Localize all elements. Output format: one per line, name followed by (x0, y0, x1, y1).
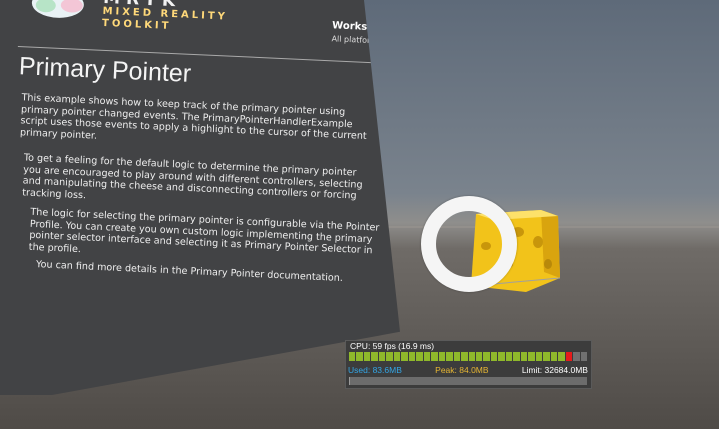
frame-bar (505, 352, 513, 361)
paragraph-1: This example shows how to keep track of … (19, 92, 367, 142)
cpu-readout: CPU: 59 fps (16.9 ms) (350, 341, 435, 351)
frame-bar (565, 352, 573, 361)
frame-bar (498, 352, 505, 361)
frame-bar (386, 352, 393, 361)
frame-bar (520, 352, 528, 361)
frame-bar (550, 352, 558, 361)
memory-peak: Peak: 84.0MB (435, 365, 489, 375)
frame-bar (483, 352, 490, 361)
paragraph-3: The logic for selecting the primary poin… (28, 206, 380, 257)
memory-bar (349, 377, 587, 385)
frame-bar (401, 352, 408, 361)
frame-bar (363, 352, 371, 361)
frame-bar (580, 352, 587, 361)
frame-bar (446, 352, 453, 361)
frame-bar (513, 352, 520, 361)
works-on-value: All platforms (331, 34, 383, 46)
panel-content: MRTK MIXED REALITY TOOLKIT Works on All … (0, 0, 387, 395)
frame-bar (453, 352, 461, 361)
frame-bar (356, 352, 363, 361)
frame-bar (573, 352, 580, 361)
frame-bar (408, 352, 416, 361)
frame-bar (393, 352, 401, 361)
frame-bar (461, 352, 468, 361)
memory-bar-fill (349, 377, 351, 385)
frame-bar (468, 352, 475, 361)
paragraph-2: To get a feeling for the default logic t… (22, 152, 363, 202)
page-title: Primary Pointer (18, 52, 192, 88)
frame-bar (438, 352, 446, 361)
memory-limit: Limit: 32684.0MB (521, 365, 588, 375)
memory-readout: Used: 83.6MB Peak: 84.0MB Limit: 32684.0… (348, 365, 588, 375)
frame-bar (528, 352, 535, 361)
frame-bar (371, 352, 378, 361)
frame-bar (423, 352, 431, 361)
frame-bar (349, 352, 356, 361)
works-on-label: Works on (331, 20, 385, 34)
frame-bar (558, 352, 565, 361)
diagnostics-panel: CPU: 59 fps (16.9 ms) Used: 83.6MB Peak:… (345, 340, 592, 389)
frame-bar (431, 352, 438, 361)
frame-bar (490, 352, 498, 361)
logo-subtitle-2: TOOLKIT (101, 17, 172, 32)
frame-rate-bars (349, 352, 587, 361)
frame-bar (475, 352, 483, 361)
frame-bar (416, 352, 423, 361)
frame-bar (543, 352, 550, 361)
memory-used: Used: 83.6MB (348, 365, 402, 375)
cursor-ring-icon[interactable] (421, 196, 517, 292)
mrtk-logo-icon (31, 0, 84, 18)
frame-bar (378, 352, 386, 361)
description-panel: MRTK MIXED REALITY TOOLKIT Works on All … (0, 0, 400, 395)
frame-bar (535, 352, 543, 361)
mrtk-logo-text: MRTK MIXED REALITY TOOLKIT (102, 0, 229, 36)
